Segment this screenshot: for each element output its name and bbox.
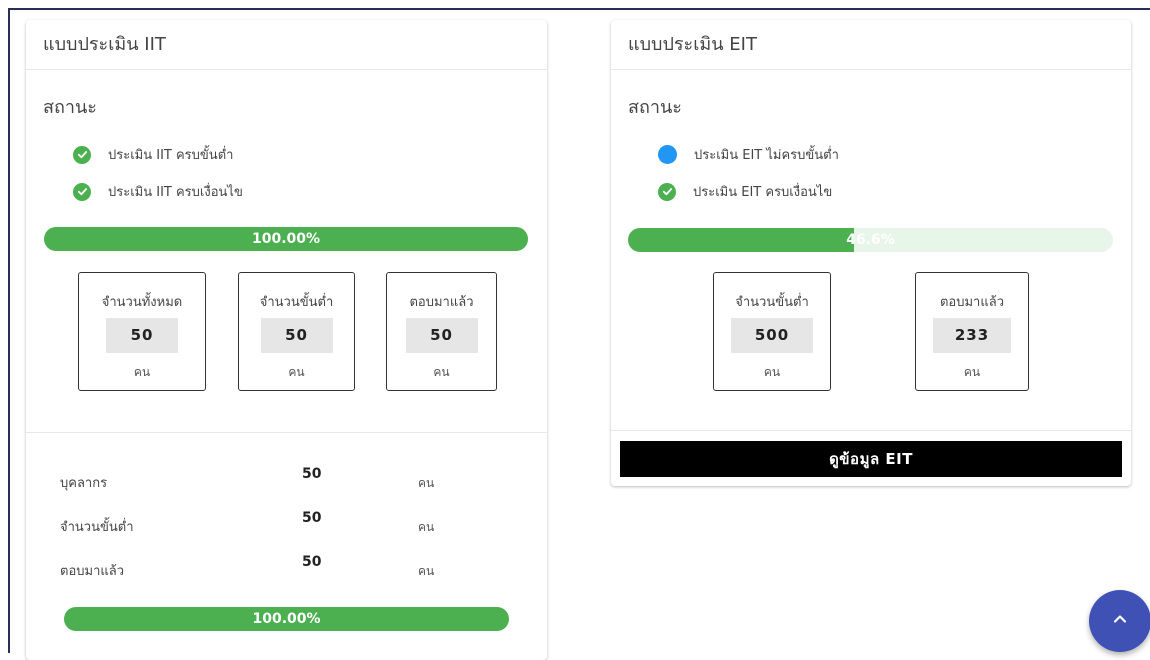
eit-stat-minimum: จำนวนขั้นต่ำ 500 คน <box>713 272 831 391</box>
stat-unit: คน <box>763 365 781 379</box>
eit-status-title: สถานะ <box>628 97 682 118</box>
iit-stat-total: จำนวนทั้งหมด 50 คน <box>78 272 206 391</box>
stat-label: จำนวนขั้นต่ำ <box>735 295 809 310</box>
iit-summary-progress-bar: 100.00% <box>64 607 509 631</box>
iit-divider <box>26 432 547 433</box>
check-circle-icon <box>73 145 91 164</box>
iit-status-text: ประเมิน IIT ครบขั้นต่ำ <box>108 148 234 163</box>
eit-status-text: ประเมิน EIT ไม่ครบขั้นต่ำ <box>694 148 839 163</box>
view-eit-button[interactable]: ดูข้อมูล EIT <box>620 441 1122 477</box>
stat-value: 50 <box>260 318 333 353</box>
chevron-up-icon <box>1112 611 1128 631</box>
iit-summary-row: บุคลากร 50 คน <box>60 466 480 491</box>
iit-stat-answered: ตอบมาแล้ว 50 คน <box>386 272 497 391</box>
iit-stat-minimum: จำนวนขั้นต่ำ 50 คน <box>238 272 355 391</box>
summary-unit: คน <box>418 476 435 490</box>
check-circle-icon <box>658 182 676 201</box>
stat-unit: คน <box>133 365 151 379</box>
stat-value: 50 <box>405 318 478 353</box>
stat-label: จำนวนขั้นต่ำ <box>259 295 334 310</box>
eit-divider <box>611 430 1131 431</box>
eit-progress-bar: 46.6% <box>628 228 1113 252</box>
check-circle-icon <box>73 182 91 201</box>
stat-unit: คน <box>963 365 981 379</box>
summary-unit: คน <box>418 520 435 534</box>
iit-summary-row: จำนวนขั้นต่ำ 50 คน <box>60 510 480 535</box>
eit-status-item: ประเมิน EIT ไม่ครบขั้นต่ำ <box>658 144 839 165</box>
scroll-top-button[interactable] <box>1089 590 1150 652</box>
iit-card: แบบประเมิน IIT สถานะ ประเมิน IIT ครบขั้น… <box>26 20 547 660</box>
stat-value: 500 <box>731 318 813 353</box>
iit-card-title: แบบประเมิน IIT <box>26 20 547 70</box>
stat-label: จำนวนทั้งหมด <box>101 295 183 310</box>
summary-label: ตอบมาแล้ว <box>60 564 125 579</box>
summary-unit: คน <box>418 564 435 578</box>
stat-label: ตอบมาแล้ว <box>939 295 1005 310</box>
stat-value: 50 <box>106 318 178 353</box>
iit-summary-row: ตอบมาแล้ว 50 คน <box>60 554 480 579</box>
eit-status-text: ประเมิน EIT ครบเงื่อนไข <box>693 185 833 200</box>
iit-status-text: ประเมิน IIT ครบเงื่อนไข <box>108 185 243 200</box>
summary-label: จำนวนขั้นต่ำ <box>60 520 134 535</box>
eit-stat-answered: ตอบมาแล้ว 233 คน <box>915 272 1029 391</box>
stat-label: ตอบมาแล้ว <box>409 295 474 310</box>
iit-status-item: ประเมิน IIT ครบขั้นต่ำ <box>73 144 233 165</box>
iit-status-item: ประเมิน IIT ครบเงื่อนไข <box>73 181 243 202</box>
iit-status-title: สถานะ <box>43 97 97 118</box>
iit-progress-bar: 100.00% <box>44 227 528 251</box>
eit-progress-label: 46.6% <box>846 232 895 248</box>
eit-card-title: แบบประเมิน EIT <box>611 20 1131 70</box>
summary-value: 50 <box>302 510 322 526</box>
iit-summary-progress-label: 100.00% <box>252 611 321 627</box>
circle-icon <box>658 145 677 164</box>
summary-value: 50 <box>302 554 322 570</box>
eit-status-item: ประเมิน EIT ครบเงื่อนไข <box>658 181 832 202</box>
iit-progress-label: 100.00% <box>251 231 321 247</box>
summary-label: บุคลากร <box>60 476 108 491</box>
stat-unit: คน <box>433 365 450 379</box>
summary-value: 50 <box>302 466 322 482</box>
stat-unit: คน <box>288 365 305 379</box>
eit-card: แบบประเมิน EIT สถานะ ประเมิน EIT ไม่ครบข… <box>611 20 1131 486</box>
stat-value: 233 <box>933 318 1011 353</box>
